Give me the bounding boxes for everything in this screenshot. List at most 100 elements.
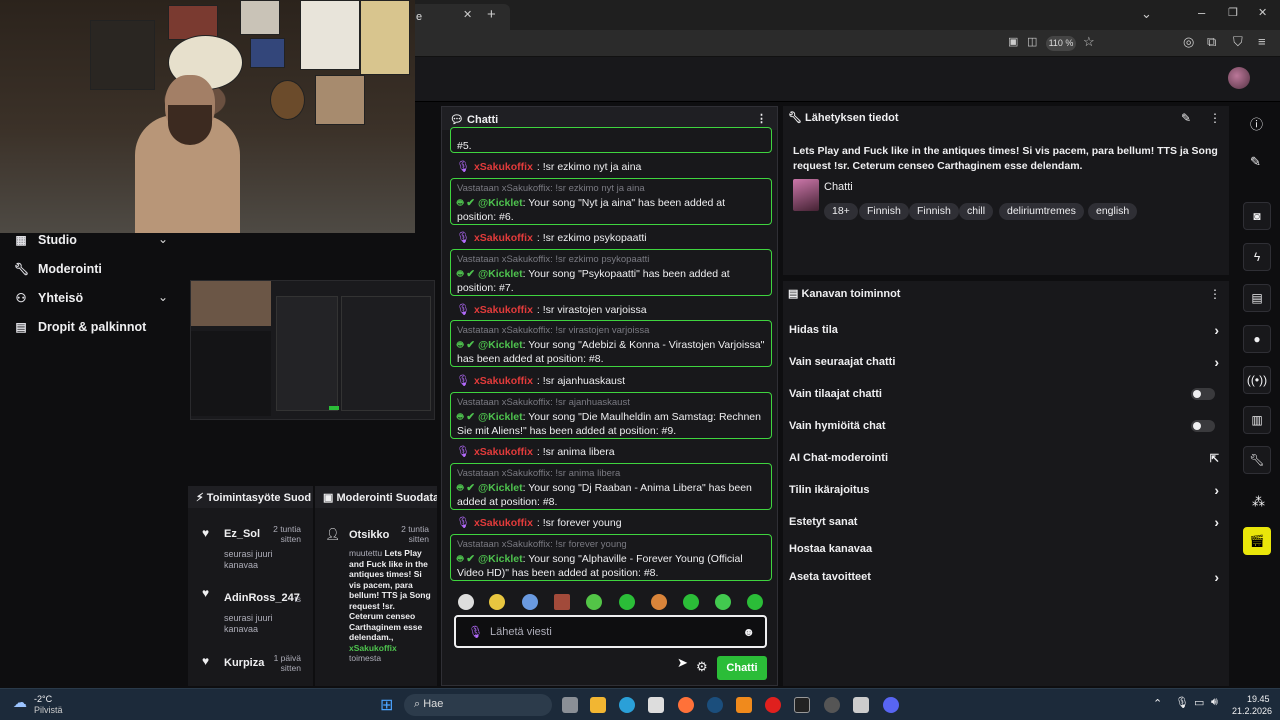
chevron-down-icon[interactable]: ⌄ xyxy=(158,290,168,304)
microphone-icon[interactable]: 🎙︎ xyxy=(1175,696,1189,709)
file-explorer-icon[interactable] xyxy=(590,697,606,713)
avatar[interactable] xyxy=(1228,67,1250,89)
action-blocked-words[interactable]: Estetyt sanat › xyxy=(789,513,1225,533)
broadcast-icon[interactable]: ((•)) xyxy=(1243,366,1271,394)
emote[interactable] xyxy=(651,594,667,610)
zoom-level[interactable]: 110 % xyxy=(1046,36,1076,51)
feed-username[interactable]: Kurpiza xyxy=(224,657,264,669)
chat-username[interactable]: xSakukoffix xyxy=(474,517,533,529)
action-slow-mode[interactable]: Hidas tila › xyxy=(789,321,1225,341)
tag[interactable]: deliriumtremes xyxy=(999,203,1084,220)
tag[interactable]: chill xyxy=(959,203,994,220)
extensions-icon[interactable]: ⧉ xyxy=(1207,34,1216,50)
display-icon[interactable]: ▭ xyxy=(1194,696,1204,709)
clapper-icon[interactable]: 🎬︎ xyxy=(1243,527,1271,555)
tag[interactable]: Finnish xyxy=(859,203,909,220)
bot-name[interactable]: @Kicklet xyxy=(478,482,523,494)
camera-icon[interactable]: ◙ xyxy=(1243,202,1271,230)
window-close-icon[interactable]: ✕ xyxy=(1258,6,1267,19)
layout-icon[interactable]: ▥ xyxy=(1243,406,1271,434)
tag[interactable]: 18+ xyxy=(824,203,858,220)
bot-name[interactable]: @Kicklet xyxy=(478,553,523,565)
send-chat-button[interactable]: Chatti xyxy=(717,656,767,680)
shield-icon[interactable]: ⛉ xyxy=(1233,34,1243,50)
action-set-goals[interactable]: Aseta tavoitteet › xyxy=(789,568,1225,588)
store-icon[interactable] xyxy=(648,697,664,713)
nav-yhteiso[interactable]: ⚇ Yhteisö xyxy=(14,288,84,308)
lightning-icon[interactable]: ϟ xyxy=(1243,243,1271,271)
chat-input[interactable]: 🎙︎ Lähetä viesti ☻ xyxy=(454,615,767,648)
chevron-down-icon[interactable]: ⌄ xyxy=(158,232,168,246)
volume-icon[interactable]: 🔊︎ xyxy=(1211,696,1218,709)
emoji-icon[interactable]: ☻ xyxy=(742,625,755,639)
action-followers-only[interactable]: Vain seuraajat chatti › xyxy=(789,353,1225,373)
emote[interactable] xyxy=(619,594,635,610)
category-name[interactable]: Chatti xyxy=(824,181,853,193)
new-tab-icon[interactable]: + xyxy=(487,6,496,23)
weather-temp[interactable]: -2°C xyxy=(34,694,52,704)
bot-name[interactable]: @Kicklet xyxy=(478,339,523,351)
settings-gear-icon[interactable]: ⚙ xyxy=(696,659,708,675)
taskbar-search[interactable]: ⌕ Hae xyxy=(404,694,552,716)
wrench-icon[interactable]: 🔧︎ xyxy=(1243,446,1271,474)
tag[interactable]: Finnish xyxy=(909,203,959,220)
close-tab-icon[interactable]: ✕ xyxy=(463,8,472,21)
emote[interactable] xyxy=(554,594,570,610)
action-host-channel[interactable]: Hostaa kanavaa xyxy=(789,540,1225,560)
account-icon[interactable]: ◎ xyxy=(1183,34,1194,50)
more-icon[interactable]: ⋮ xyxy=(756,112,767,125)
chat-bubble-icon[interactable]: ● xyxy=(1243,325,1271,353)
action-ai-moderation[interactable]: AI Chat-moderointi ⇱ xyxy=(789,449,1225,469)
tray-chevron-up-icon[interactable]: ⌃ xyxy=(1153,697,1162,710)
firefox-icon[interactable] xyxy=(678,697,694,713)
emote[interactable] xyxy=(489,594,505,610)
toggle-switch[interactable] xyxy=(1191,420,1215,432)
chat-username[interactable]: xSakukoffix xyxy=(474,304,533,316)
terminal-icon[interactable] xyxy=(794,697,810,713)
emote[interactable] xyxy=(586,594,602,610)
tag[interactable]: english xyxy=(1088,203,1138,220)
bot-name[interactable]: @Kicklet xyxy=(478,197,523,209)
vlc-icon[interactable] xyxy=(736,697,752,713)
clipboard-icon[interactable]: ▤ xyxy=(1243,284,1271,312)
emote[interactable] xyxy=(522,594,538,610)
nav-dropit[interactable]: ▤ Dropit & palkinnot xyxy=(14,317,146,337)
nav-moderointi[interactable]: 🔧︎ Moderointi xyxy=(14,259,102,279)
emote[interactable] xyxy=(715,594,731,610)
action-age-restriction[interactable]: Tilin ikärajoitus › xyxy=(789,481,1225,501)
emote[interactable] xyxy=(683,594,699,610)
emote[interactable] xyxy=(747,594,763,610)
chat-username[interactable]: xSakukoffix xyxy=(474,446,533,458)
tab-list-icon[interactable]: ⌄ xyxy=(1141,6,1152,22)
action-subscribers-only[interactable]: Vain tilaajat chatti xyxy=(789,385,1225,405)
obs-icon[interactable] xyxy=(824,697,840,713)
opera-icon[interactable] xyxy=(765,697,781,713)
clock-date[interactable]: 21.2.2026 xyxy=(1232,706,1272,716)
edit-pencil-icon[interactable]: ✎ xyxy=(1181,111,1191,125)
feed-username[interactable]: Ez_Sol xyxy=(224,528,260,540)
chat-username[interactable]: xSakukoffix xyxy=(474,232,533,244)
chat-username[interactable]: xSakukoffix xyxy=(474,375,533,387)
steam-icon[interactable] xyxy=(707,697,723,713)
apps-icon[interactable]: ⁂ xyxy=(1252,494,1265,510)
stream-preview[interactable] xyxy=(190,280,435,420)
reader-icon[interactable]: ▣ xyxy=(1008,35,1018,48)
clock-time[interactable]: 19.45 xyxy=(1247,694,1270,704)
more-icon[interactable]: ⋮ xyxy=(1209,111,1221,125)
emote[interactable] xyxy=(458,594,474,610)
app-icon[interactable] xyxy=(853,697,869,713)
bot-name[interactable]: @Kicklet xyxy=(478,411,523,423)
nav-studio[interactable]: ▦ Studio xyxy=(14,230,77,250)
edge-icon[interactable] xyxy=(619,697,635,713)
info-icon[interactable]: ⓘ xyxy=(1250,114,1263,133)
more-icon[interactable]: ⋮ xyxy=(1209,287,1221,301)
action-emote-only[interactable]: Vain hymiöitä chat xyxy=(789,417,1225,437)
windows-start-icon[interactable]: ⊞ xyxy=(380,695,393,715)
toggle-switch[interactable] xyxy=(1191,388,1215,400)
discord-icon[interactable] xyxy=(883,697,899,713)
bot-name[interactable]: @Kicklet xyxy=(478,268,523,280)
chat-username[interactable]: xSakukoffix xyxy=(474,161,533,173)
minimize-icon[interactable]: – xyxy=(1198,5,1205,20)
bookmark-star-icon[interactable]: ☆ xyxy=(1083,34,1095,50)
pencil-icon[interactable]: ✎ xyxy=(1250,154,1261,170)
